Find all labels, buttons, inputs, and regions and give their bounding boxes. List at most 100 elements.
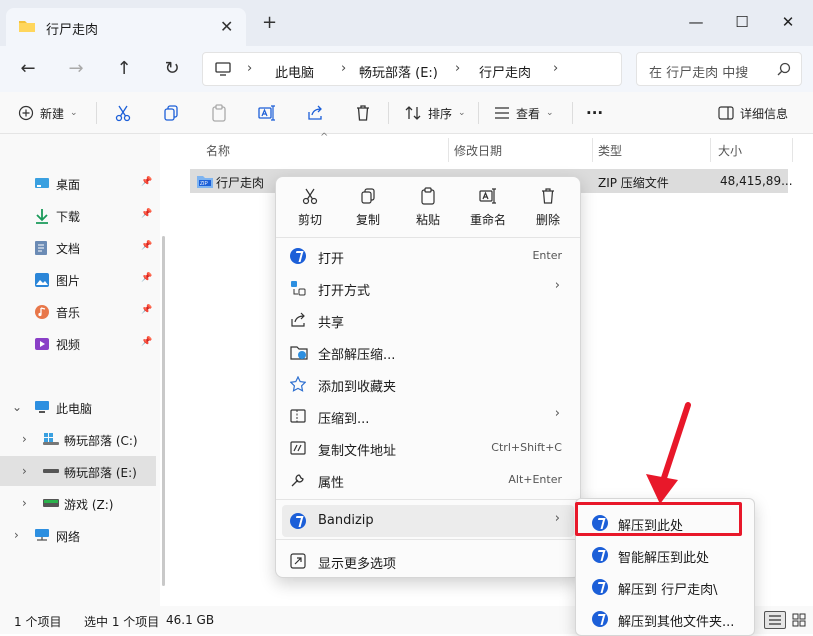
menu-item-open[interactable]: 打开 Enter xyxy=(282,240,574,272)
paste-button[interactable] xyxy=(210,102,228,124)
new-button[interactable]: 新建 ⌄ xyxy=(18,102,78,124)
menu-item-more-options[interactable]: 显示更多选项 xyxy=(282,545,574,577)
breadcrumb-drive-e[interactable]: 畅玩部落 (E:) xyxy=(359,62,438,81)
sidebar-item-drive-z[interactable]: › 游戏 (Z:) xyxy=(0,488,156,518)
column-header-date[interactable]: 修改日期 xyxy=(454,142,502,159)
star-icon xyxy=(290,376,306,392)
cut-label: 剪切 xyxy=(297,213,322,227)
chevron-right-icon: › xyxy=(554,511,560,526)
more-button[interactable]: ··· xyxy=(586,102,603,124)
windows-drive-icon xyxy=(42,432,60,446)
annotation-arrow-icon xyxy=(640,402,700,506)
view-button[interactable]: 查看 ⌄ xyxy=(494,102,554,124)
menu-item-copy-path[interactable]: 复制文件地址 Ctrl+Shift+C xyxy=(282,432,574,464)
sidebar-item-downloads[interactable]: 下载 📌 xyxy=(0,200,156,230)
share-button[interactable] xyxy=(306,102,324,124)
menu-item-properties[interactable]: 属性 Alt+Enter xyxy=(282,464,574,496)
sidebar-item-desktop[interactable]: 桌面 📌 xyxy=(0,168,156,198)
refresh-button[interactable]: ↻ xyxy=(158,54,186,82)
network-icon xyxy=(34,528,50,542)
share-icon xyxy=(306,104,324,122)
sidebar-item-this-pc[interactable]: ⌄ 此电脑 xyxy=(0,392,156,422)
breadcrumb-this-pc[interactable]: 此电脑 xyxy=(275,62,314,81)
divider xyxy=(478,102,479,124)
menu-item-label: 复制文件地址 xyxy=(318,444,397,459)
cut-button[interactable] xyxy=(114,102,132,124)
arrow-up-icon: ↑ xyxy=(116,57,132,79)
menu-item-label: 添加到收藏夹 xyxy=(318,380,397,395)
back-button[interactable]: ← xyxy=(14,54,42,82)
sidebar-item-pictures[interactable]: 图片 📌 xyxy=(0,264,156,294)
tab-current[interactable]: 行尸走肉 ✕ xyxy=(6,8,246,46)
sidebar-item-drive-c[interactable]: › 畅玩部落 (C:) xyxy=(0,424,156,454)
minimize-button[interactable]: — xyxy=(676,8,716,36)
menu-item-add-favorite[interactable]: 添加到收藏夹 xyxy=(282,368,574,400)
new-tab-button[interactable]: + xyxy=(262,12,277,33)
column-divider[interactable] xyxy=(448,138,449,162)
column-header-size[interactable]: 大小 xyxy=(718,142,742,159)
menu-item-extract-all[interactable]: 全部解压缩... xyxy=(282,336,574,368)
column-divider[interactable] xyxy=(592,138,593,162)
details-pane-button[interactable]: 详细信息 xyxy=(718,102,788,124)
selected-count: 选中 1 个项目 xyxy=(84,615,160,629)
menu-delete-button[interactable]: 删除 xyxy=(522,187,574,228)
chevron-down-icon: ⌄ xyxy=(12,400,23,414)
sidebar-item-music[interactable]: 音乐 📌 xyxy=(0,296,156,326)
menu-rename-button[interactable]: 重命名 xyxy=(462,187,514,228)
menu-item-share[interactable]: 共享 xyxy=(282,304,574,336)
sidebar-item-drive-e[interactable]: › 畅玩部落 (E:) xyxy=(0,456,156,486)
sidebar-item-network[interactable]: › 网络 xyxy=(0,520,156,550)
delete-button[interactable] xyxy=(354,102,372,124)
up-button[interactable]: ↑ xyxy=(110,54,138,82)
view-icon xyxy=(494,106,510,120)
column-header-name[interactable]: 名称 xyxy=(206,142,230,159)
submenu-item-extract-other[interactable]: 解压到其他文件夹... xyxy=(582,604,750,634)
sort-label: 排序 xyxy=(428,106,453,121)
submenu-item-label: 解压到其他文件夹... xyxy=(618,615,735,630)
submenu-item-extract-to-folder[interactable]: 解压到 行尸走肉\ xyxy=(582,572,750,602)
close-window-button[interactable]: ✕ xyxy=(768,8,808,36)
search-input[interactable]: 在 行尸走肉 中搜 xyxy=(636,52,802,86)
column-header-type[interactable]: 类型 xyxy=(598,142,622,159)
refresh-icon: ↻ xyxy=(164,57,180,79)
chevron-right-icon: › xyxy=(14,528,19,542)
sidebar-item-documents[interactable]: 文档 📌 xyxy=(0,232,156,262)
column-divider[interactable] xyxy=(792,138,793,162)
rename-button[interactable] xyxy=(258,102,276,124)
sidebar-item-videos[interactable]: 视频 📌 xyxy=(0,328,156,358)
menu-item-bandizip[interactable]: Bandizip › xyxy=(282,505,574,537)
menu-cut-button[interactable]: 剪切 xyxy=(284,187,336,228)
context-menu: 剪切 复制 粘贴 重命名 删除 打开 Enter 打开方式 › 共享 全部解压缩… xyxy=(275,176,581,578)
breadcrumb-folder[interactable]: 行尸走肉 xyxy=(479,62,531,81)
search-placeholder: 在 行尸走肉 中搜 xyxy=(649,66,749,81)
submenu-item-smart-extract[interactable]: 智能解压到此处 xyxy=(582,540,750,570)
sidebar-item-label: 游戏 (Z:) xyxy=(64,498,114,512)
desktop-icon xyxy=(34,176,50,190)
menu-item-label: 打开 xyxy=(318,252,345,267)
pictures-icon xyxy=(34,272,50,288)
bandizip-icon xyxy=(592,579,608,595)
chevron-down-icon: ⌄ xyxy=(70,108,78,118)
column-divider[interactable] xyxy=(710,138,711,162)
extract-all-icon xyxy=(290,344,308,360)
trash-icon xyxy=(354,104,372,122)
details-view-toggle[interactable] xyxy=(764,611,786,629)
forward-button[interactable]: → xyxy=(62,54,90,82)
zip-file-icon: ZIP xyxy=(196,173,214,189)
sidebar-item-label: 畅玩部落 (E:) xyxy=(64,466,137,480)
menu-item-compress[interactable]: 压缩到... › xyxy=(282,400,574,432)
copy-button[interactable] xyxy=(162,102,180,124)
compress-icon xyxy=(290,408,306,424)
chevron-down-icon: ⌄ xyxy=(458,108,466,118)
menu-copy-button[interactable]: 复制 xyxy=(342,187,394,228)
sidebar-scrollbar[interactable] xyxy=(162,236,165,586)
tiles-view-toggle[interactable] xyxy=(792,613,806,627)
menu-item-open-with[interactable]: 打开方式 › xyxy=(282,272,574,304)
sort-button[interactable]: 排序 ⌄ xyxy=(404,102,466,124)
sidebar-item-label: 视频 xyxy=(56,338,81,352)
address-bar[interactable]: › 此电脑 › 畅玩部落 (E:) › 行尸走肉 › xyxy=(202,52,622,86)
maximize-button[interactable]: ☐ xyxy=(722,8,762,36)
paste-label: 粘贴 xyxy=(415,213,440,227)
close-tab-icon[interactable]: ✕ xyxy=(220,17,233,36)
menu-paste-button[interactable]: 粘贴 xyxy=(402,187,454,228)
